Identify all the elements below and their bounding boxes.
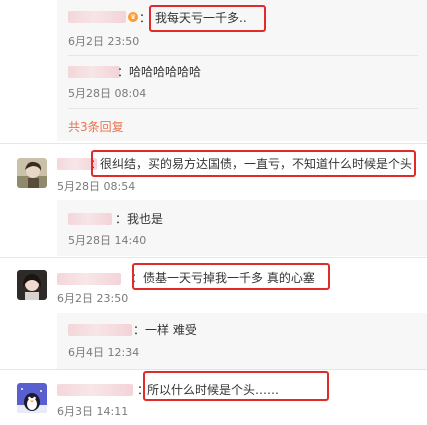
reply-box bbox=[57, 200, 427, 256]
divider bbox=[0, 143, 427, 144]
avatar[interactable] bbox=[17, 158, 47, 188]
highlight-box bbox=[149, 5, 266, 32]
comment-time: 6月3日 14:11 bbox=[57, 405, 129, 418]
badge-icon: ♛ bbox=[128, 12, 138, 22]
comment-time: 6月4日 12:34 bbox=[68, 346, 140, 359]
username-redacted[interactable] bbox=[68, 66, 120, 78]
highlight-box bbox=[132, 263, 330, 290]
username-redacted[interactable] bbox=[57, 273, 121, 285]
username-redacted[interactable] bbox=[57, 384, 133, 396]
username-redacted[interactable] bbox=[68, 213, 112, 225]
username-redacted[interactable] bbox=[68, 324, 132, 336]
reply-colon: ： bbox=[133, 323, 146, 337]
comment-text: 我也是 bbox=[127, 212, 164, 226]
avatar-woman-icon bbox=[17, 270, 47, 300]
divider bbox=[68, 108, 418, 109]
divider bbox=[0, 369, 427, 370]
comment-text: 哈哈哈哈哈哈 bbox=[129, 65, 202, 79]
avatar-penguin-icon bbox=[17, 383, 47, 413]
comment-time: 5月28日 08:04 bbox=[68, 87, 147, 100]
comment-time: 5月28日 08:54 bbox=[57, 180, 136, 193]
avatar-girl-icon bbox=[17, 158, 47, 188]
divider bbox=[68, 55, 418, 56]
reply-colon: ： bbox=[117, 65, 130, 79]
comment-thread: ♛ ： 我每天亏一千多.. 6月2日 23:50 ： 哈哈哈哈哈哈 5月28日 … bbox=[0, 0, 427, 425]
comment-text: 一样 难受 bbox=[145, 323, 197, 337]
highlight-box bbox=[91, 150, 416, 177]
reply-colon: ： bbox=[115, 212, 128, 226]
more-replies-link[interactable]: 共3条回复 bbox=[68, 120, 124, 134]
highlight-box bbox=[143, 371, 329, 401]
reply-box bbox=[57, 313, 427, 369]
avatar[interactable] bbox=[17, 383, 47, 413]
avatar[interactable] bbox=[17, 270, 47, 300]
comment-time: 5月28日 14:40 bbox=[68, 234, 147, 247]
comment-time: 6月2日 23:50 bbox=[57, 292, 129, 305]
comment-time: 6月2日 23:50 bbox=[68, 35, 140, 48]
divider bbox=[0, 257, 427, 258]
username-redacted[interactable] bbox=[68, 11, 126, 23]
